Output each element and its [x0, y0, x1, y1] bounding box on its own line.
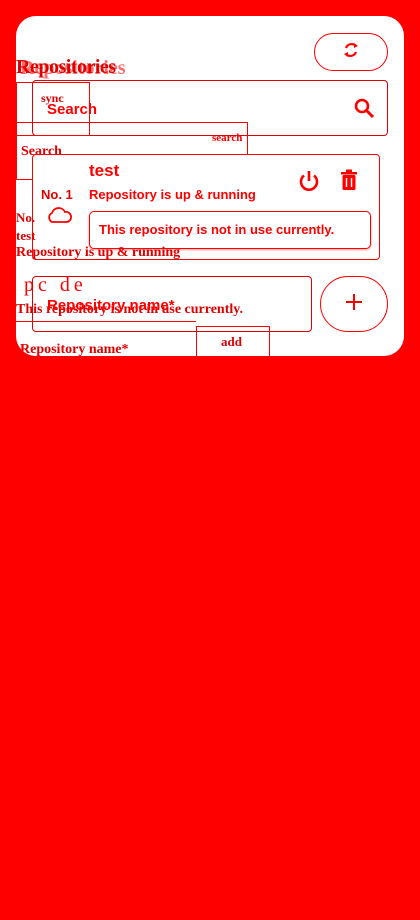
power-icon[interactable] [297, 169, 321, 198]
add-repository-button[interactable] [320, 276, 388, 332]
repository-status: Repository is up & running [89, 187, 256, 202]
repository-name-label: Repository name* [47, 297, 175, 314]
repository-status-ghost: Repository is up & running [16, 245, 181, 260]
notice-text: This repository is not in use currently. [99, 222, 335, 237]
repository-name-field[interactable]: Repository name* [32, 276, 312, 332]
repository-name-ghost-label: Repository name* [20, 342, 129, 356]
add-ghost-text: add [221, 334, 242, 349]
repository-name-ghost: test [16, 228, 36, 243]
search-icon[interactable] [353, 97, 375, 119]
repository-number: No. 1 [41, 187, 73, 202]
trash-icon[interactable] [339, 169, 359, 196]
repository-number-ghost: No. [16, 210, 36, 225]
plus-icon [345, 293, 363, 316]
divider [16, 321, 196, 322]
cloud-icon [45, 205, 73, 230]
repositories-card: Repositories Repositories Search sync se… [16, 16, 404, 356]
sync-icon [341, 40, 361, 65]
sync-button[interactable] [314, 33, 388, 71]
repository-notice: This repository is not in use currently. [89, 211, 371, 249]
repository-name: test [89, 161, 120, 180]
page-title: Repositories [16, 56, 116, 78]
sync-ghost-text: sync [41, 91, 64, 105]
search-ghost-small: search [212, 132, 243, 144]
